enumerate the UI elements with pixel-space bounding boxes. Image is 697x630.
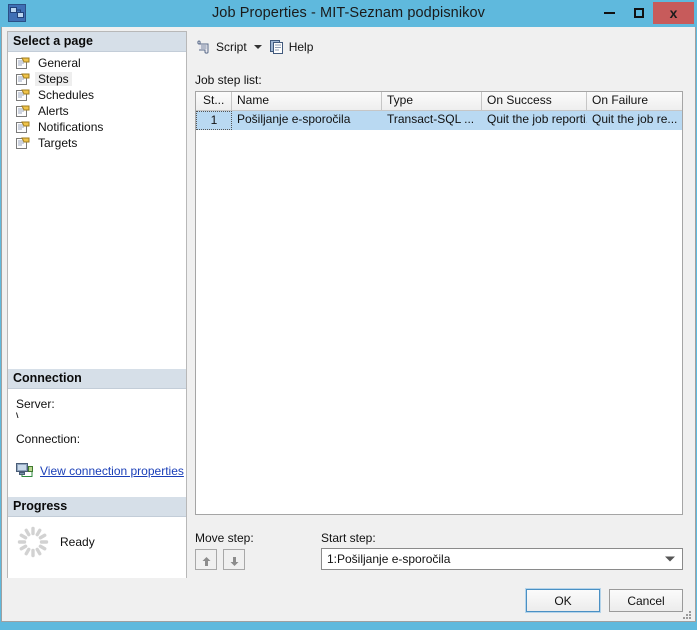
help-button[interactable]: Help [265, 36, 318, 58]
job-step-list-label: Job step list: [195, 73, 262, 87]
move-step-label: Move step: [195, 531, 254, 545]
cell-on-failure: Quit the job re... [592, 112, 678, 126]
script-dropdown-button[interactable] [251, 36, 265, 58]
ok-button[interactable]: OK [525, 588, 601, 613]
cell-name: Pošiljanje e-sporočila [237, 112, 351, 126]
progress-body: Ready [8, 517, 186, 559]
script-button[interactable]: Script [192, 36, 251, 58]
footer-buttons: OK Cancel [525, 588, 683, 613]
view-connection-properties-link[interactable]: View connection properties [40, 464, 184, 478]
script-label: Script [216, 40, 247, 54]
connection-value [16, 446, 186, 453]
right-pane: Script Help Job step list: St... Name Ty… [192, 31, 692, 601]
grid-header-row: St... Name Type On Success On Failure [196, 92, 682, 111]
job-properties-window: Job Properties - MIT-Seznam podpisnikov … [0, 0, 697, 630]
window-title: Job Properties - MIT-Seznam podpisnikov [211, 5, 486, 21]
column-header-on-failure[interactable]: On Failure [587, 92, 682, 111]
sidebar-item-label: Targets [38, 136, 78, 150]
column-header-on-success[interactable]: On Success [482, 92, 587, 111]
sidebar-item-label: Alerts [38, 104, 69, 118]
start-step-select[interactable]: 1:Pošiljanje e-sporočila [321, 548, 683, 570]
chevron-down-icon [665, 556, 675, 562]
connection-section: Connection Server: \ Connection: View co… [8, 369, 186, 478]
arrow-down-icon [229, 554, 240, 566]
move-step-up-button[interactable] [195, 549, 217, 570]
column-header-type[interactable]: Type [382, 92, 482, 111]
move-step-down-button[interactable] [223, 549, 245, 570]
sidebar-item-notifications[interactable]: Notifications [8, 119, 186, 135]
progress-section: Progress Ready [8, 497, 186, 559]
dialog-body: Select a page General Steps Schedules Al… [1, 27, 696, 605]
chevron-down-icon [253, 45, 262, 49]
connection-body: Server: \ Connection: [8, 389, 186, 453]
progress-header: Progress [8, 497, 186, 517]
help-pages-icon [269, 39, 285, 55]
sidebar-item-label: Steps [35, 72, 72, 86]
sidebar-item-label: Notifications [38, 120, 104, 134]
page-list: General Steps Schedules Alerts Notificat… [8, 52, 186, 151]
cell-type: Transact-SQL ... [387, 112, 475, 126]
resize-grip-icon[interactable] [680, 607, 692, 619]
page-icon [16, 121, 30, 134]
sidebar-item-label: Schedules [38, 88, 95, 102]
move-step-buttons [195, 549, 245, 570]
progress-status: Ready [60, 535, 95, 549]
connection-header: Connection [8, 369, 186, 389]
sidebar-item-schedules[interactable]: Schedules [8, 87, 186, 103]
sidebar-item-label: General [38, 56, 81, 70]
sidebar-item-alerts[interactable]: Alerts [8, 103, 186, 119]
sidebar-item-steps[interactable]: Steps [8, 71, 186, 87]
dialog-footer: OK Cancel [1, 578, 696, 622]
server-label: Server: [16, 397, 55, 411]
window-controls: x [595, 2, 694, 24]
column-header-name[interactable]: Name [232, 92, 382, 111]
connection-properties-icon [16, 463, 34, 478]
minimize-button[interactable] [595, 2, 624, 24]
connection-label: Connection: [16, 432, 81, 446]
script-scroll-icon [196, 39, 212, 55]
close-icon: x [669, 5, 678, 21]
select-page-header: Select a page [8, 32, 186, 52]
minimize-icon [604, 12, 615, 14]
help-label: Help [288, 40, 314, 54]
page-icon [16, 105, 30, 118]
title-bar: Job Properties - MIT-Seznam podpisnikov … [0, 0, 697, 27]
page-icon [16, 57, 30, 70]
job-step-grid[interactable]: St... Name Type On Success On Failure 1 … [195, 91, 683, 515]
page-icon [16, 73, 30, 86]
column-header-step[interactable]: St... [196, 92, 232, 111]
left-pane: Select a page General Steps Schedules Al… [7, 31, 187, 599]
page-icon [16, 89, 30, 102]
toolbar: Script Help [192, 35, 317, 59]
close-button[interactable]: x [653, 2, 694, 24]
start-step-label: Start step: [321, 531, 376, 545]
sidebar-item-targets[interactable]: Targets [8, 135, 186, 151]
maximize-button[interactable] [624, 2, 653, 24]
progress-spinner-icon [16, 525, 50, 559]
arrow-up-icon [201, 554, 212, 566]
cell-step: 1 [196, 111, 232, 130]
view-connection-properties-row[interactable]: View connection properties [8, 453, 186, 478]
table-row[interactable]: 1 Pošiljanje e-sporočila Transact-SQL ..… [196, 111, 682, 130]
maximize-icon [633, 8, 644, 18]
page-icon [16, 137, 30, 150]
cancel-button[interactable]: Cancel [609, 589, 683, 612]
start-step-value: 1:Pošiljanje e-sporočila [327, 552, 451, 566]
cell-on-success: Quit the job reporti... [487, 112, 587, 126]
sidebar-item-general[interactable]: General [8, 55, 186, 71]
server-value: \ [16, 411, 20, 418]
